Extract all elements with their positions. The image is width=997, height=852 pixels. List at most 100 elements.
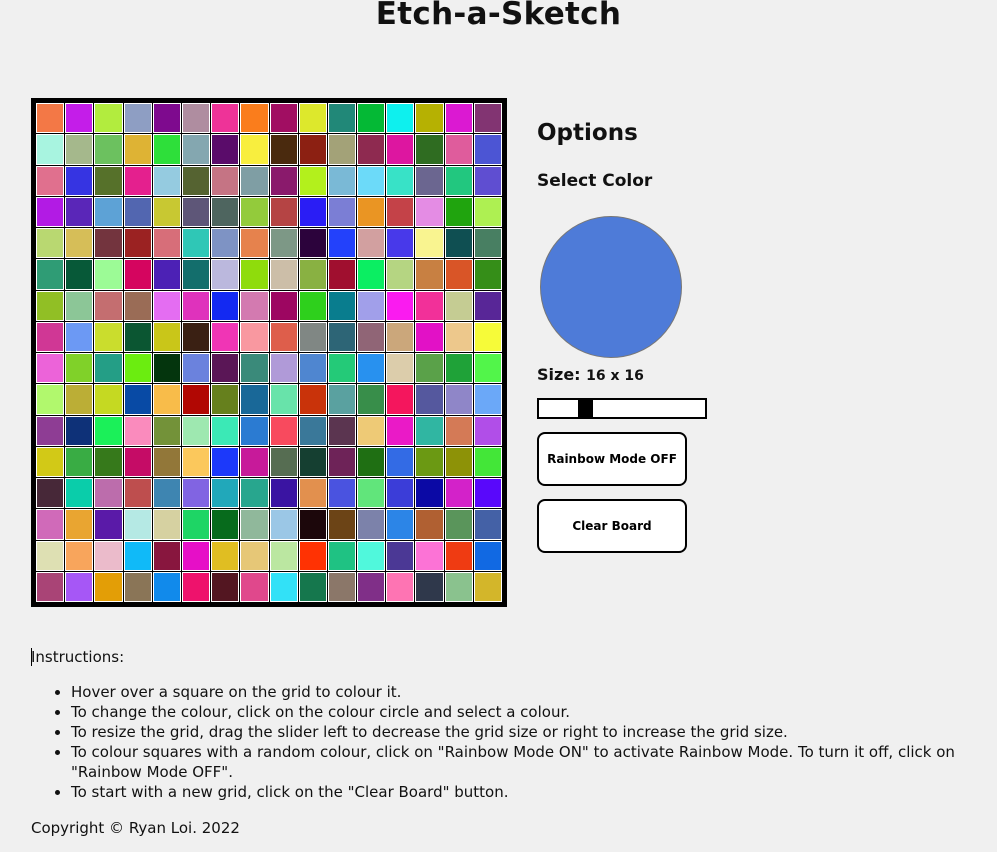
grid-cell[interactable] (444, 321, 473, 352)
grid-cell[interactable] (357, 134, 386, 165)
grid-cell[interactable] (36, 321, 65, 352)
grid-cell[interactable] (357, 321, 386, 352)
grid-cell[interactable] (36, 134, 65, 165)
grid-cell[interactable] (211, 384, 240, 415)
grid-cell[interactable] (65, 165, 94, 196)
grid-cell[interactable] (152, 540, 181, 571)
grid-cell[interactable] (36, 446, 65, 477)
grid-cell[interactable] (152, 321, 181, 352)
grid-cell[interactable] (473, 446, 502, 477)
grid-cell[interactable] (240, 103, 269, 134)
grid-cell[interactable] (415, 540, 444, 571)
grid-cell[interactable] (357, 103, 386, 134)
grid-cell[interactable] (36, 571, 65, 602)
grid-cell[interactable] (65, 196, 94, 227)
grid-cell[interactable] (152, 353, 181, 384)
grid-cell[interactable] (357, 384, 386, 415)
grid-cell[interactable] (123, 415, 152, 446)
grid-cell[interactable] (211, 103, 240, 134)
color-picker-circle[interactable] (540, 216, 682, 358)
grid-cell[interactable] (444, 446, 473, 477)
grid-cell[interactable] (357, 353, 386, 384)
grid-cell[interactable] (444, 415, 473, 446)
grid-cell[interactable] (415, 290, 444, 321)
grid-cell[interactable] (269, 478, 298, 509)
grid-cell[interactable] (415, 259, 444, 290)
grid-cell[interactable] (327, 540, 357, 571)
grid-cell[interactable] (298, 196, 327, 227)
grid-cell[interactable] (327, 196, 357, 227)
grid-cell[interactable] (181, 321, 211, 352)
grid-cell[interactable] (357, 571, 386, 602)
grid-cell[interactable] (94, 196, 123, 227)
grid-cell[interactable] (240, 259, 269, 290)
grid-cell[interactable] (94, 165, 123, 196)
grid-cell[interactable] (152, 478, 181, 509)
grid-cell[interactable] (269, 228, 298, 259)
grid-cell[interactable] (240, 228, 269, 259)
grid-cell[interactable] (65, 134, 94, 165)
grid-cell[interactable] (473, 478, 502, 509)
grid-cell[interactable] (123, 571, 152, 602)
grid-cell[interactable] (269, 540, 298, 571)
grid-cell[interactable] (357, 540, 386, 571)
grid-cell[interactable] (94, 446, 123, 477)
grid-cell[interactable] (327, 134, 357, 165)
grid-cell[interactable] (240, 353, 269, 384)
grid-cell[interactable] (444, 228, 473, 259)
grid-cell[interactable] (94, 540, 123, 571)
grid-cell[interactable] (181, 571, 211, 602)
grid-cell[interactable] (269, 165, 298, 196)
rainbow-mode-button[interactable]: Rainbow Mode OFF (537, 432, 687, 486)
grid-cell[interactable] (123, 509, 152, 540)
grid-cell[interactable] (65, 103, 94, 134)
grid-cell[interactable] (298, 165, 327, 196)
grid-cell[interactable] (473, 384, 502, 415)
grid-cell[interactable] (181, 446, 211, 477)
grid-cell[interactable] (181, 103, 211, 134)
grid-cell[interactable] (357, 290, 386, 321)
grid-cell[interactable] (327, 290, 357, 321)
grid-cell[interactable] (269, 134, 298, 165)
grid-cell[interactable] (415, 478, 444, 509)
grid-cell[interactable] (211, 321, 240, 352)
grid-cell[interactable] (211, 415, 240, 446)
grid-cell[interactable] (211, 290, 240, 321)
grid-cell[interactable] (269, 384, 298, 415)
grid-cell[interactable] (240, 290, 269, 321)
grid-cell[interactable] (386, 478, 415, 509)
grid-cell[interactable] (211, 478, 240, 509)
grid-cell[interactable] (357, 478, 386, 509)
grid-cell[interactable] (473, 353, 502, 384)
grid-cell[interactable] (240, 571, 269, 602)
grid-cell[interactable] (36, 540, 65, 571)
grid-cell[interactable] (415, 571, 444, 602)
grid-cell[interactable] (152, 509, 181, 540)
grid-cell[interactable] (473, 134, 502, 165)
grid-cell[interactable] (65, 478, 94, 509)
grid-cell[interactable] (386, 540, 415, 571)
grid-cell[interactable] (269, 415, 298, 446)
grid-cell[interactable] (123, 228, 152, 259)
grid-cell[interactable] (36, 228, 65, 259)
grid-size-slider[interactable] (537, 398, 707, 419)
grid-cell[interactable] (473, 103, 502, 134)
grid-cell[interactable] (181, 384, 211, 415)
grid-cell[interactable] (473, 165, 502, 196)
grid-cell[interactable] (94, 353, 123, 384)
grid-cell[interactable] (298, 509, 327, 540)
grid-cell[interactable] (444, 165, 473, 196)
grid-cell[interactable] (152, 165, 181, 196)
grid-cell[interactable] (123, 103, 152, 134)
grid-cell[interactable] (65, 321, 94, 352)
grid-cell[interactable] (123, 321, 152, 352)
grid-cell[interactable] (386, 446, 415, 477)
grid-cell[interactable] (415, 415, 444, 446)
grid-cell[interactable] (386, 259, 415, 290)
grid-cell[interactable] (327, 353, 357, 384)
grid-cell[interactable] (327, 103, 357, 134)
grid-cell[interactable] (357, 509, 386, 540)
grid-cell[interactable] (327, 165, 357, 196)
grid-cell[interactable] (181, 290, 211, 321)
grid-cell[interactable] (269, 259, 298, 290)
